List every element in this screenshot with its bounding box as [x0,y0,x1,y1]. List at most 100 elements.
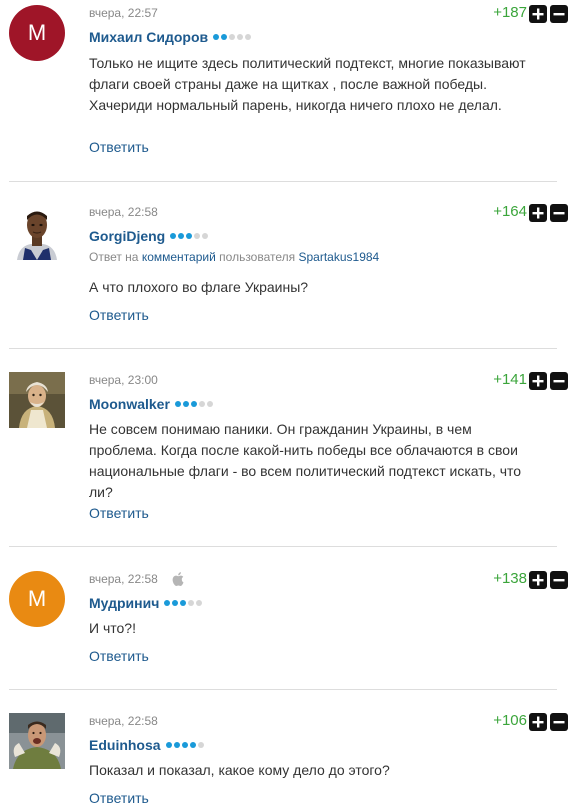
rating-dot-empty [197,742,204,748]
rating-dot-filled [221,34,228,40]
comment-score: +187 [493,4,527,21]
rating-dot-empty [245,34,252,40]
avatar-letter: М [27,586,47,611]
rating-dot-filled [186,233,193,239]
comment-item: М вчера, 22:58 +138 Мудринич И что?! Отв… [0,566,575,690]
author-name[interactable]: GorgiDjeng [89,228,165,244]
rating-dot-empty [206,401,213,407]
reply-to-prefix: Ответ на [89,250,139,264]
upvote-button[interactable] [529,571,547,589]
old-man-photo-avatar[interactable] [9,372,65,428]
comment-time: вчера, 22:58 [89,205,158,219]
avatar[interactable]: М [9,571,65,627]
avatar[interactable]: М [9,5,65,61]
reply-to-line: Ответ на комментарий пользователя Sparta… [89,250,379,264]
downvote-button[interactable] [550,571,568,589]
author-name[interactable]: Moonwalker [89,396,170,412]
comment-item: вчера, 23:00 +141 Moonwalker Не совсем п… [0,367,575,547]
plus-icon [532,574,544,586]
reply-button[interactable]: Ответить [89,505,149,521]
rating-dot-empty [196,600,203,606]
minus-icon [553,212,565,215]
rating-dot-filled [170,233,177,239]
rating-dot-empty [229,34,236,40]
comment-time: вчера, 23:00 [89,373,158,387]
downvote-button[interactable] [550,713,568,731]
reply-button[interactable]: Ответить [89,790,149,806]
comment-text: Показал и показал, какое кому дело до эт… [89,762,390,778]
downvote-button[interactable] [550,372,568,390]
author-line: Eduinhosa [89,737,206,753]
minus-icon [553,380,565,383]
rating-dot-filled [189,742,196,748]
rating-dot-filled [190,401,197,407]
plus-icon [532,8,544,20]
author-line: Moonwalker [89,396,215,412]
player-photo-avatar[interactable] [9,204,65,260]
minus-icon [553,579,565,582]
comment-divider [9,546,557,547]
downvote-button[interactable] [550,204,568,222]
author-rating [213,34,253,40]
rating-dot-filled [180,600,187,606]
author-name[interactable]: Михаил Сидоров [89,29,208,45]
rating-dot-filled [182,401,189,407]
reply-button[interactable]: Ответить [89,139,149,155]
author-name[interactable]: Eduinhosa [89,737,161,753]
rating-dot-empty [198,401,205,407]
downvote-button[interactable] [550,5,568,23]
plus-icon [532,375,544,387]
author-line: GorgiDjeng [89,228,210,244]
comment-meta: вчера, 22:58 [89,714,158,728]
parent-comment-link[interactable]: комментарий [142,250,216,264]
upvote-button[interactable] [529,204,547,222]
reply-button[interactable]: Ответить [89,648,149,664]
comment-item: вчера, 22:58 +164 GorgiDjeng Ответ на ко… [0,199,575,349]
rating-dot-filled [165,742,172,748]
comment-score: +106 [493,712,527,729]
comment-time: вчера, 22:58 [89,572,158,586]
comment-text: И что?! [89,620,136,636]
upvote-button[interactable] [529,5,547,23]
comment-meta: вчера, 22:58 [89,572,184,586]
comment-divider [9,181,557,182]
comment-divider [9,348,557,349]
upvote-button[interactable] [529,372,547,390]
parent-user-link[interactable]: Spartakus1984 [299,250,380,264]
author-rating [174,401,215,407]
author-line: Михаил Сидоров [89,29,253,45]
comment-item: М вчера, 22:57 +187 Михаил Сидоров Тольк… [0,0,575,181]
comment-text: А что плохого во флаге Украины? [89,279,309,295]
rating-dot-filled [164,600,171,606]
reply-to-middle: пользователя [219,250,296,264]
reply-button[interactable]: Ответить [89,307,149,323]
minus-icon [553,13,565,16]
author-name[interactable]: Мудринич [89,595,159,611]
goalkeeper-photo-avatar[interactable] [9,713,65,769]
rating-dot-filled [181,742,188,748]
author-line: Мудринич [89,595,204,611]
upvote-button[interactable] [529,713,547,731]
rating-dot-empty [237,34,244,40]
rating-dot-filled [172,600,179,606]
rating-dot-filled [178,233,185,239]
comment-text: Не совсем понимаю паники. Он гражданин У… [89,421,522,500]
author-rating [164,600,204,606]
rating-dot-empty [188,600,195,606]
comment-meta: вчера, 23:00 [89,373,158,387]
comment-time: вчера, 22:57 [89,6,158,20]
author-rating [170,233,210,239]
plus-icon [532,716,544,728]
rating-dot-empty [194,233,201,239]
rating-dot-filled [173,742,180,748]
rating-dot-filled [213,34,220,40]
author-rating [165,742,206,748]
avatar-letter: М [27,20,47,45]
apple-icon [172,572,184,586]
comment-score: +141 [493,371,527,388]
rating-dot-filled [174,401,181,407]
comment-score: +164 [493,203,527,220]
comment-meta: вчера, 22:58 [89,205,158,219]
comment-time: вчера, 22:58 [89,714,158,728]
minus-icon [553,721,565,724]
